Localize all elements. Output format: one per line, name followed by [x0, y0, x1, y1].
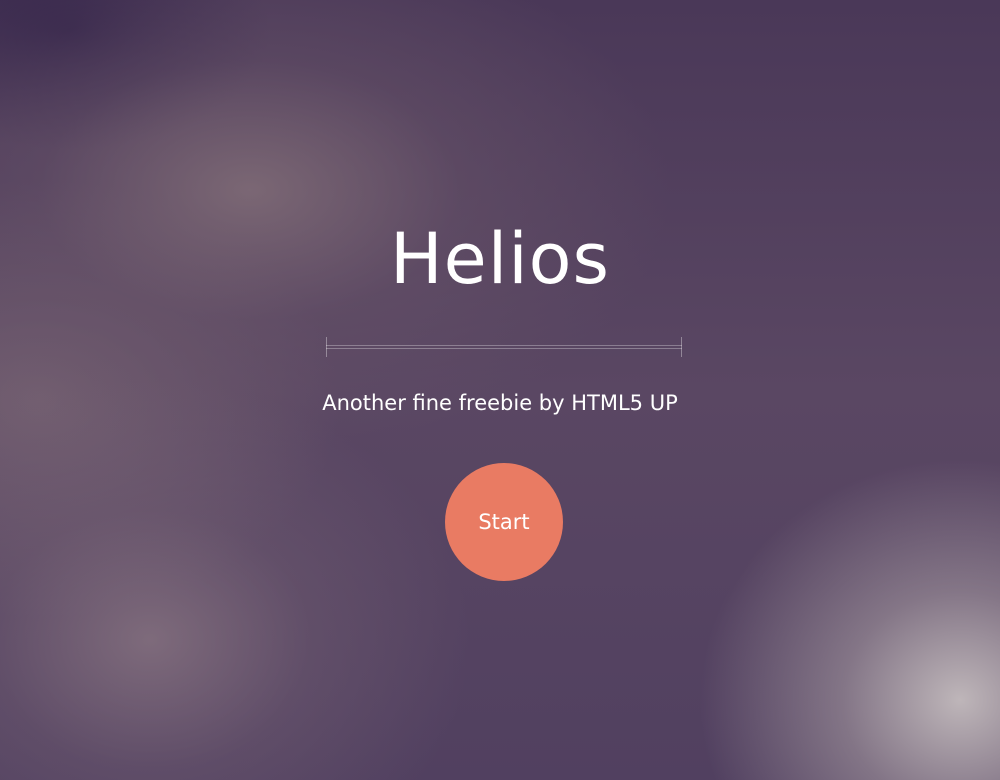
divider-right-cap	[681, 337, 682, 357]
tagline: Another fine freebie by HTML5 UP	[322, 391, 678, 415]
hero-banner: Helios Another fine freebie by HTML5 UP …	[0, 0, 1000, 780]
title-divider	[326, 337, 682, 357]
start-button[interactable]: Start	[445, 463, 563, 581]
site-title: Helios	[390, 218, 610, 300]
divider-line	[326, 345, 682, 349]
hero-content: Helios Another fine freebie by HTML5 UP …	[0, 0, 1000, 780]
